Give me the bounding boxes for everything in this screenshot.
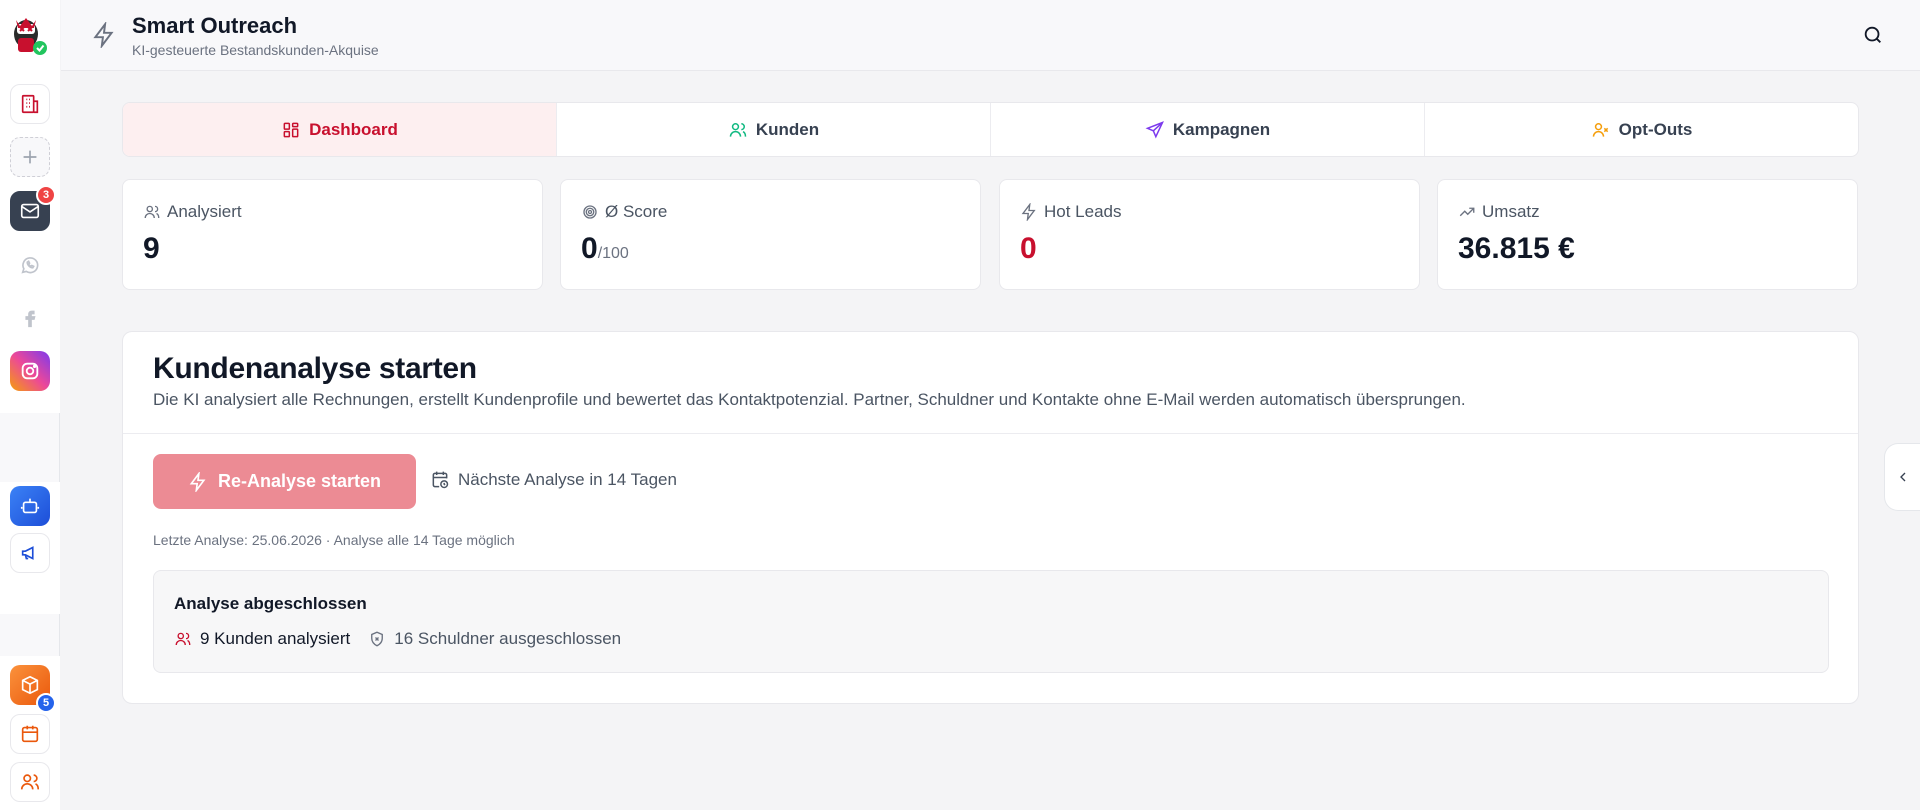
analysis-result-panel: Analyse abgeschlossen 9 Kunden analysier… — [153, 570, 1829, 673]
search-icon[interactable] — [1862, 24, 1884, 46]
tab-label: Kampagnen — [1172, 119, 1271, 139]
debtors-excluded-text: 16 Schuldner ausgeschlossen — [394, 629, 622, 648]
stat-value: 9 — [143, 232, 160, 266]
mail-badge: 3 — [36, 185, 56, 205]
user-x-icon — [1592, 122, 1608, 137]
rail-calendar-button[interactable] — [10, 714, 50, 754]
send-icon — [1145, 120, 1164, 138]
bot-icon — [20, 498, 40, 514]
grid-icon — [283, 122, 299, 137]
stat-label: Umsatz — [1458, 202, 1540, 222]
tab-opt-outs[interactable]: Opt-Outs — [1425, 103, 1858, 156]
rail-add-button[interactable] — [10, 137, 50, 177]
bolt-icon — [93, 22, 114, 48]
shield-x-icon — [371, 631, 384, 647]
users-icon — [144, 205, 160, 219]
stat-value: 0 — [1020, 232, 1037, 266]
rail-megaphone-button[interactable] — [10, 533, 50, 573]
whatsapp-icon — [21, 257, 39, 274]
stat-value: 36.815 € — [1458, 232, 1575, 266]
rail-facebook-button[interactable] — [10, 298, 50, 338]
rail-building-button[interactable] — [10, 84, 50, 124]
tab-label: Dashboard — [309, 119, 398, 139]
page-title: Smart Outreach — [132, 13, 298, 38]
chevron-left-icon — [1899, 472, 1905, 482]
tab-kampagnen[interactable]: Kampagnen — [991, 103, 1425, 156]
stat-card-score: Ø Score 0/100 — [560, 179, 981, 290]
plus-icon — [23, 150, 37, 164]
bolt-icon — [1021, 203, 1036, 221]
tab-dashboard[interactable]: Dashboard — [123, 103, 557, 156]
package-icon — [21, 675, 39, 695]
stat-value-text: 36.815 € — [1458, 232, 1575, 265]
rail-whatsapp-button[interactable] — [10, 245, 50, 285]
customers-analyzed: 9 Kunden analysiert — [174, 629, 350, 649]
calendar-icon — [21, 725, 39, 743]
next-analysis-info: Nächste Analyse in 14 Tagen — [430, 470, 677, 490]
rail-orders-button[interactable]: 5 — [10, 665, 56, 713]
calendar-clock-icon — [432, 471, 449, 489]
bolt-icon — [189, 471, 206, 492]
stat-label-text: Hot Leads — [1044, 202, 1122, 221]
stat-label: Analysiert — [143, 202, 242, 222]
stat-value-text: 9 — [143, 232, 160, 265]
target-icon — [583, 205, 597, 219]
page-subtitle: KI-gesteuerte Bestandskunden-Akquise — [132, 42, 379, 58]
tab-label: Kunden — [755, 119, 820, 139]
users-icon — [175, 632, 191, 646]
last-analysis-meta: Letzte Analyse: 25.06.2026 · Analyse all… — [153, 532, 515, 548]
stat-value-text: 0 — [1020, 232, 1037, 265]
stat-label-text: Ø Score — [605, 202, 668, 221]
stat-card-hot-leads: Hot Leads 0 — [999, 179, 1420, 290]
page-header: Smart Outreach KI-gesteuerte Bestandskun… — [61, 0, 1920, 71]
tab-label: Opt-Outs — [1618, 119, 1693, 139]
app-rail: 3 5 — [0, 0, 60, 810]
stat-card-analysiert: Analysiert 9 — [122, 179, 543, 290]
users-icon — [20, 774, 40, 790]
analysis-description: Die KI analysiert alle Rechnungen, erste… — [153, 390, 1466, 409]
trending-up-icon — [1459, 207, 1475, 217]
reanalyse-button-label: Re-Analyse starten — [217, 471, 382, 491]
stat-value: 0/100 — [581, 232, 629, 266]
reanalyse-button[interactable]: Re-Analyse starten — [153, 454, 416, 509]
instagram-icon — [21, 362, 39, 380]
rail-bot-button[interactable] — [10, 486, 50, 526]
stat-label-text: Analysiert — [167, 202, 242, 221]
analysis-result-title: Analyse abgeschlossen — [174, 594, 367, 613]
analysis-card: Kundenanalyse starten Die KI analysiert … — [122, 331, 1859, 704]
stat-label: Hot Leads — [1020, 202, 1122, 222]
customers-analyzed-text: 9 Kunden analysiert — [200, 629, 351, 648]
stat-label: Ø Score — [581, 202, 667, 222]
stat-label-text: Umsatz — [1482, 202, 1540, 221]
users-icon — [729, 122, 747, 137]
stat-unit: /100 — [597, 245, 629, 262]
orders-badge: 5 — [36, 693, 56, 713]
rail-instagram-button[interactable] — [10, 351, 50, 391]
mail-icon — [20, 203, 40, 219]
stat-card-umsatz: Umsatz 36.815 € — [1437, 179, 1858, 290]
divider — [123, 433, 1858, 434]
next-analysis-text: Nächste Analyse in 14 Tagen — [458, 470, 677, 489]
rail-contacts-button[interactable] — [10, 762, 50, 802]
sidebar-toggle[interactable] — [1884, 443, 1920, 511]
tab-bar: Dashboard Kunden Kampagnen Opt-Outs — [122, 102, 1859, 157]
app-logo[interactable] — [8, 14, 48, 56]
facebook-icon — [25, 310, 36, 328]
stat-value-text: 0 — [581, 232, 598, 265]
analysis-result-row: 9 Kunden analysiert 16 Schuldner ausgesc… — [174, 629, 621, 649]
building-icon — [21, 94, 39, 114]
rail-mail-button[interactable]: 3 — [10, 185, 56, 231]
megaphone-icon — [21, 546, 34, 560]
analysis-title: Kundenanalyse starten — [153, 352, 477, 385]
debtors-excluded: 16 Schuldner ausgeschlossen — [368, 629, 621, 649]
tab-kunden[interactable]: Kunden — [557, 103, 991, 156]
